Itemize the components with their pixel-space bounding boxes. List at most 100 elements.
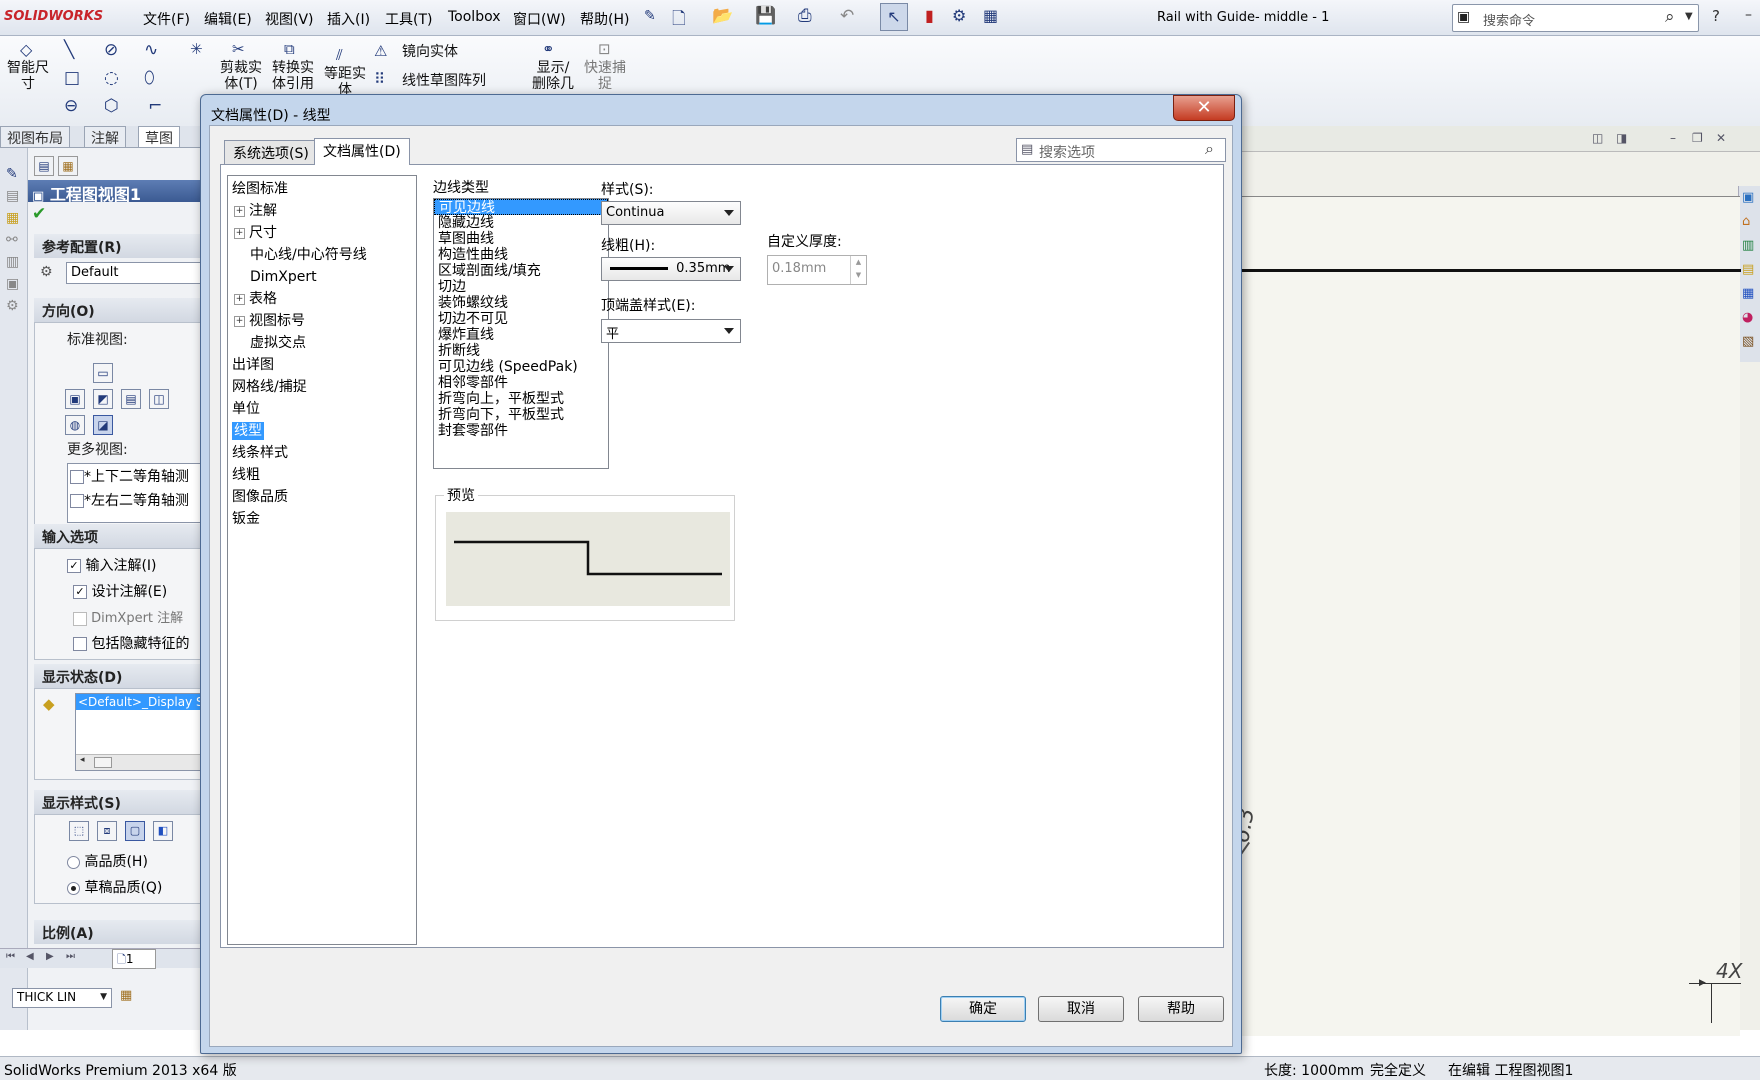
rectangle-icon[interactable]: □ <box>64 68 80 88</box>
window-restore-icon[interactable]: ❐ <box>1692 131 1703 145</box>
smart-dimension-icon[interactable]: ◇ <box>20 40 32 59</box>
wireframe-icon[interactable]: ⬚ <box>69 821 89 841</box>
home-icon[interactable]: ⌂ <box>1742 214 1750 229</box>
point-icon[interactable]: ✳ <box>190 40 203 58</box>
cancel-button[interactable]: 取消 <box>1038 996 1124 1022</box>
save-icon[interactable]: 💾 <box>755 6 776 26</box>
list-item[interactable]: 构造性曲线 <box>434 247 608 263</box>
list-item[interactable]: *左右二等角轴测 <box>68 488 208 512</box>
scroll-left-icon[interactable]: ◂ <box>80 755 85 765</box>
list-item[interactable]: 草图曲线 <box>434 231 608 247</box>
options-tree[interactable]: 绘图标准 + 注解 + 尺寸 中心线/中心符号线 DimXpert + 表格 + 视图标号 虚拟交点出… <box>227 175 417 945</box>
horizontal-scrollbar[interactable]: ◂ <box>76 754 208 770</box>
linear-pattern-icon[interactable]: ⠿ <box>374 70 385 88</box>
pin-icon[interactable]: ✎ <box>644 8 656 24</box>
top-view-icon[interactable]: ▣ <box>65 389 85 409</box>
sheet-tool-icon[interactable]: ▦ <box>6 210 19 226</box>
radio[interactable] <box>67 855 80 869</box>
dialog-close-button[interactable]: ✕ <box>1173 95 1235 121</box>
high-quality-radio[interactable]: 高品质(H) <box>67 851 148 871</box>
hidden-lines-removed-icon[interactable]: ▢ <box>125 821 145 841</box>
tab-document-properties[interactable]: 文档属性(D) <box>314 138 410 165</box>
menu-toolbox[interactable]: Toolbox <box>448 9 501 25</box>
isometric-view-icon[interactable]: ◪ <box>93 415 113 435</box>
properties-tool-icon[interactable]: ▣ <box>6 276 19 292</box>
display-style-header[interactable]: 显示样式(S) <box>34 790 208 814</box>
scale-header[interactable]: 比例(A) <box>34 920 208 944</box>
file-explorer-icon[interactable]: ▤ <box>1742 262 1754 277</box>
command-search-input[interactable]: ▣ 搜索命令 ⌕ ▼ <box>1452 4 1699 32</box>
list-item[interactable]: <Default>_Display St <box>76 694 208 710</box>
list-item[interactable]: 相邻零部件 <box>434 375 608 391</box>
hidden-lines-visible-icon[interactable]: ⧈ <box>97 821 117 841</box>
slot-icon[interactable]: ⊖ <box>64 96 78 116</box>
front-view-icon[interactable]: ▭ <box>93 363 113 383</box>
more-view-checkbox[interactable] <box>70 470 84 484</box>
mirror-entities-button[interactable]: 镜向实体 <box>402 44 458 60</box>
left-view-icon[interactable]: ◩ <box>93 389 113 409</box>
previous-sheet-icon[interactable]: ◀ <box>26 951 34 962</box>
end-cap-select[interactable]: 平 <box>601 319 741 343</box>
drawing-sheet[interactable]: 6.3 4X ▶ <box>1213 196 1742 1036</box>
expand-icon[interactable]: + <box>234 293 245 305</box>
checkbox[interactable]: ✓ <box>73 585 87 599</box>
tab-view-layout[interactable]: 视图布局 <box>0 126 70 148</box>
spline-icon[interactable]: ∿ <box>144 40 158 60</box>
custom-properties-icon[interactable]: ▧ <box>1742 334 1754 349</box>
quick-snap-icon[interactable]: ⊡ <box>598 40 611 58</box>
resources-icon[interactable]: ▣ <box>1742 190 1754 205</box>
scroll-thumb[interactable] <box>94 757 112 768</box>
convert-entities-icon[interactable]: ⧉ <box>284 40 295 58</box>
shaded-edges-icon[interactable]: ◧ <box>153 821 173 841</box>
tab-sketch[interactable]: 草图 <box>138 126 180 148</box>
tree-item[interactable]: 出详图 <box>232 356 274 374</box>
window-minimize-icon[interactable]: – <box>1670 131 1676 145</box>
settings-tool-icon[interactable]: ⚙ <box>6 298 19 314</box>
new-file-icon[interactable]: 🗋 <box>672 6 686 35</box>
search-icon[interactable]: ⌕ <box>1665 7 1675 27</box>
customize-icon[interactable]: ▦ <box>983 6 998 25</box>
line-thickness-select[interactable]: 0.35mm <box>601 257 741 281</box>
chart-tool-icon[interactable]: ▥ <box>6 254 19 270</box>
circle-icon[interactable]: ⊘ <box>104 40 118 60</box>
undo-icon[interactable]: ↶ <box>840 6 854 26</box>
window-close-icon[interactable]: ✕ <box>1716 131 1726 145</box>
menu-view[interactable]: 视图(V) <box>265 9 314 29</box>
line-icon[interactable]: ╲ <box>64 40 74 60</box>
tree-item[interactable]: 虚拟交点 <box>250 334 306 352</box>
display-state-header[interactable]: 显示状态(D) <box>34 664 208 688</box>
orientation-header[interactable]: 方向(O) <box>34 298 208 322</box>
feature-tree-tab-icon[interactable]: ▤ <box>34 156 54 176</box>
line-style-select[interactable]: Continua <box>601 201 741 225</box>
list-item[interactable]: 切边不可见 <box>434 311 608 327</box>
menu-insert[interactable]: 插入(I) <box>327 9 370 29</box>
traffic-light-icon[interactable]: ▮ <box>925 6 934 25</box>
list-item[interactable]: 封套零部件 <box>434 423 608 439</box>
menu-window[interactable]: 窗口(W) <box>513 9 566 29</box>
quick-snap-button[interactable]: 快速捕 捉 <box>580 60 630 92</box>
list-item[interactable]: *上下二等角轴测 <box>68 464 208 488</box>
tree-item[interactable]: 绘图标准 <box>232 180 288 198</box>
checkbox[interactable] <box>73 611 87 626</box>
tree-item[interactable]: 线型 <box>232 422 264 440</box>
tree-item[interactable]: + 表格 <box>234 290 277 308</box>
list-item[interactable]: 隐藏边线 <box>434 215 608 231</box>
tree-item[interactable]: 线粗 <box>232 466 260 484</box>
list-item[interactable]: 装饰螺纹线 <box>434 295 608 311</box>
tab-annotation[interactable]: 注解 <box>84 126 126 148</box>
view-tool-icon[interactable]: ▤ <box>6 188 19 204</box>
expand-icon[interactable]: + <box>234 315 245 327</box>
layer-select[interactable]: THICK LIN ▼ <box>12 988 112 1008</box>
ok-checkmark-icon[interactable]: ✔ <box>32 204 46 224</box>
open-folder-icon[interactable]: 📂 <box>712 6 733 26</box>
include-hidden-checkbox[interactable]: 包括隐藏特征的 <box>73 633 189 653</box>
options-search-input[interactable]: ▤ 搜索选项 ⌕ <box>1016 138 1226 162</box>
first-sheet-icon[interactable]: ⏮ <box>6 951 15 962</box>
last-sheet-icon[interactable]: ⏭ <box>66 951 75 962</box>
tree-item[interactable]: 中心线/中心符号线 <box>250 246 367 264</box>
show-delete-relations-button[interactable]: 显示/ 删除几 <box>528 60 578 92</box>
menu-edit[interactable]: 编辑(E) <box>204 9 252 29</box>
draft-quality-radio[interactable]: 草稿品质(Q) <box>67 877 162 897</box>
tree-item[interactable]: 图像品质 <box>232 488 288 506</box>
smart-dimension-button[interactable]: 智能尺 寸 <box>6 60 50 92</box>
